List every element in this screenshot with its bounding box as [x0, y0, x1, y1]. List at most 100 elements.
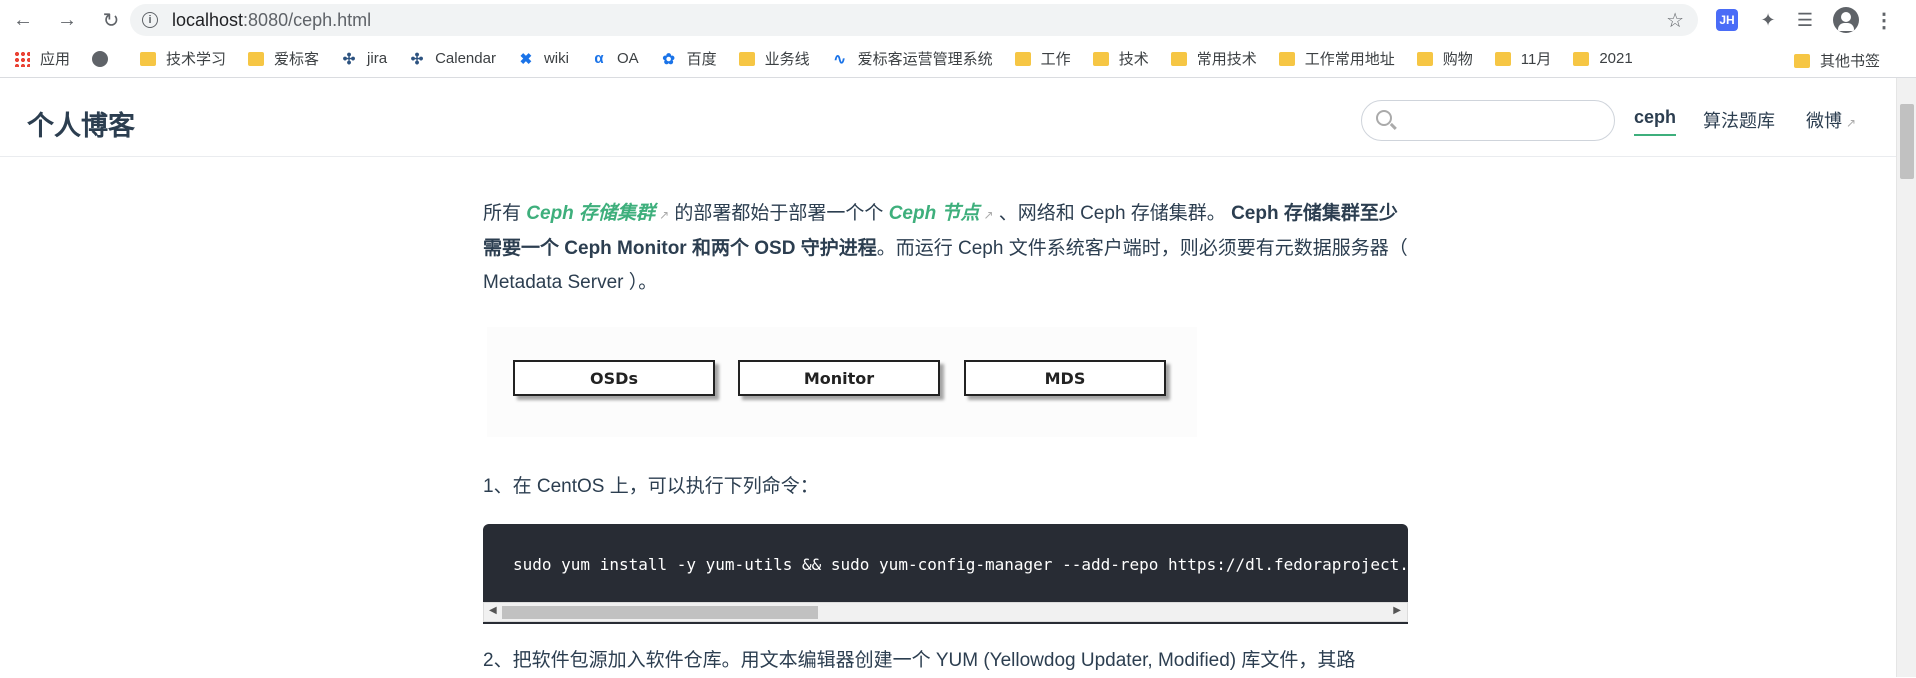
bookmark-folder[interactable]: 2021	[1573, 50, 1633, 67]
folder-icon	[1793, 53, 1810, 68]
site-info-icon[interactable]: i	[142, 12, 158, 28]
bookmark-label: 技术	[1118, 51, 1149, 68]
folder-icon	[1494, 51, 1511, 66]
bookmark-folder[interactable]: 爱标客	[248, 48, 319, 69]
back-icon[interactable]: ←	[10, 7, 36, 33]
scrollbar-thumb[interactable]	[1900, 104, 1914, 179]
apps-grid-icon	[14, 50, 30, 67]
bookmark-calendar[interactable]: ✣ Calendar	[409, 50, 496, 68]
folder-icon	[1416, 51, 1433, 66]
bookmark-label: 技术学习	[166, 51, 227, 68]
bookmark-label: 购物	[1442, 51, 1473, 68]
search-icon	[1376, 110, 1392, 126]
code-horizontal-scrollbar[interactable]: ◀ ▶	[483, 602, 1408, 622]
bookmark-oa[interactable]: α OA	[591, 50, 639, 67]
scroll-right-icon[interactable]: ▶	[1393, 605, 1401, 616]
ceph-components-diagram: OSDs Monitor MDS	[487, 327, 1197, 437]
extensions-puzzle-icon[interactable]: ✦	[1756, 8, 1780, 32]
text-span: 所有	[483, 203, 527, 224]
oa-icon: α	[594, 50, 604, 67]
wiki-icon: ✖	[519, 50, 533, 68]
text-span: 的部署都始于部署一个个	[669, 203, 889, 224]
diagram-box-monitor: Monitor	[738, 360, 940, 396]
more-menu-icon[interactable]: ⋮	[1872, 8, 1896, 32]
bookmark-apps[interactable]: 应用	[14, 48, 70, 69]
globe-icon	[92, 50, 109, 67]
bookmark-wiki[interactable]: ✖ wiki	[518, 50, 569, 68]
jira-icon: ✣	[342, 50, 356, 68]
external-link-icon: ↗	[1846, 116, 1857, 130]
jh-extension-icon[interactable]: JH	[1716, 9, 1738, 31]
site-header: 个人博客 ceph 算法题库 微博 ↗	[0, 78, 1896, 157]
nav-ceph[interactable]: ceph	[1634, 107, 1677, 136]
intro-paragraph: 所有 Ceph 存储集群 ↗ 的部署都始于部署一个个 Ceph 节点 ↗ 、网络和 …	[483, 197, 1408, 300]
page-scrollbar[interactable]	[1896, 78, 1916, 677]
folder-icon	[1573, 51, 1590, 66]
text-span: 、网络和 Ceph 存储集群。	[993, 203, 1232, 224]
bookmark-folder[interactable]: 工作	[1014, 48, 1071, 69]
bookmark-label: 爱标客运营管理系统	[857, 51, 993, 68]
external-link-icon: ↗	[659, 208, 670, 222]
bookmark-label: 其他书签	[1819, 53, 1880, 70]
search-input[interactable]	[1402, 109, 1602, 133]
bookmark-folder[interactable]: 技术	[1092, 48, 1149, 69]
profile-avatar-icon[interactable]	[1833, 7, 1859, 33]
bookmark-label: 11月	[1520, 51, 1552, 68]
external-link-icon: ↗	[983, 208, 994, 222]
scrollbar-thumb[interactable]	[502, 606, 818, 619]
bookmark-jira[interactable]: ✣ jira	[341, 50, 388, 68]
bookmark-baidu[interactable]: ✿ 百度	[661, 48, 717, 69]
bookmark-label: 工作	[1040, 51, 1071, 68]
nav-algo[interactable]: 算法题库	[1703, 107, 1775, 133]
folder-icon	[738, 51, 755, 66]
bookmark-folder[interactable]: 常用技术	[1170, 48, 1257, 69]
step1-paragraph: 1、在 CentOS 上，可以执行下列命令：	[483, 476, 819, 497]
ceph-node-link[interactable]: Ceph 节点	[889, 203, 980, 224]
url-path: :8080/ceph.html	[243, 9, 372, 30]
reading-list-icon[interactable]: ☰	[1793, 8, 1817, 32]
bookmark-label: 应用	[40, 51, 71, 68]
reload-icon[interactable]: ↻	[98, 7, 124, 33]
search-box[interactable]	[1361, 100, 1615, 141]
bookmark-label: jira	[367, 50, 388, 67]
bookmark-folder[interactable]: 技术学习	[140, 48, 226, 69]
folder-icon	[140, 51, 157, 66]
bookmark-label: OA	[616, 50, 639, 67]
folder-icon	[1092, 51, 1109, 66]
folder-icon	[1278, 51, 1295, 66]
diagram-box-osds: OSDs	[513, 360, 715, 396]
bookmark-folder[interactable]: 工作常用地址	[1278, 48, 1395, 69]
bookmark-label: 爱标客	[274, 51, 320, 68]
ceph-cluster-link[interactable]: Ceph 存储集群	[526, 203, 655, 224]
bookmark-label: 工作常用地址	[1304, 51, 1395, 68]
code-text[interactable]: sudo yum install -y yum-utils && sudo yu…	[513, 555, 1408, 574]
diagram-box-mds: MDS	[964, 360, 1166, 396]
nav-weibo-label: 微博	[1806, 111, 1842, 131]
bookmarks-bar: 应用 技术学习 爱标客 ✣ jira ✣ Calendar ✖ wiki α OA ✿ 百…	[0, 40, 1916, 78]
bookmark-label: 百度	[686, 51, 717, 68]
browser-toolbar: ← → ↻ i localhost:8080/ceph.html ☆ JH ✦ …	[0, 0, 1916, 40]
baidu-icon: ✿	[662, 50, 675, 68]
forward-icon[interactable]: →	[54, 7, 80, 33]
bookmark-folder[interactable]: 业务线	[738, 48, 810, 69]
folder-icon	[248, 51, 265, 66]
url-text[interactable]: localhost:8080/ceph.html	[172, 10, 371, 31]
chart-icon: ∿	[833, 50, 846, 68]
bookmark-other[interactable]: 其他书签	[1793, 50, 1880, 71]
bookmark-ops[interactable]: ∿ 爱标客运营管理系统	[832, 48, 993, 69]
address-bar[interactable]: i localhost:8080/ceph.html ☆	[130, 4, 1698, 36]
bookmark-folder[interactable]: 11月	[1494, 48, 1552, 69]
bookmark-label: Calendar	[435, 50, 496, 67]
bookmark-folder[interactable]: 购物	[1416, 48, 1473, 69]
step2-paragraph: 2、把软件包源加入软件仓库。用文本编辑器创建一个 YUM (Yellowdog …	[483, 650, 1356, 671]
folder-icon	[1014, 51, 1031, 66]
folder-icon	[1170, 51, 1187, 66]
site-title[interactable]: 个人博客	[27, 104, 135, 143]
scroll-left-icon[interactable]: ◀	[489, 605, 497, 616]
calendar-icon: ✣	[410, 50, 424, 68]
bookmark-star-icon[interactable]: ☆	[1666, 8, 1684, 33]
nav-weibo[interactable]: 微博 ↗	[1806, 107, 1856, 133]
bookmark-globe[interactable]	[92, 50, 118, 67]
bookmark-label: 2021	[1599, 50, 1633, 67]
url-host: localhost	[172, 9, 244, 30]
